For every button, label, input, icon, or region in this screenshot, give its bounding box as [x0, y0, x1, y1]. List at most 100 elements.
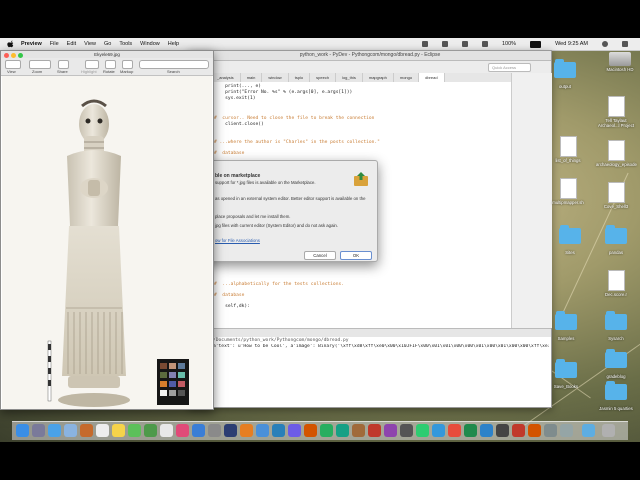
word-icon[interactable] [272, 424, 285, 437]
menu-tools[interactable]: Tools [119, 41, 132, 47]
quick-access-field[interactable]: Quick Access [488, 63, 531, 72]
desktop-icon[interactable]: output [545, 59, 585, 89]
eclipse-icon[interactable] [288, 424, 301, 437]
desktop-icon[interactable]: Cove_Shell3 [596, 182, 636, 209]
zoom-icon[interactable] [29, 60, 51, 69]
share-icon[interactable] [58, 60, 69, 69]
vpn-icon[interactable] [336, 424, 349, 437]
facetime-icon[interactable] [144, 424, 157, 437]
menu-window[interactable]: Window [140, 41, 160, 47]
firefox-icon[interactable] [240, 424, 253, 437]
downloads-stack-icon[interactable] [582, 424, 595, 437]
editor-tab[interactable]: main [241, 73, 263, 82]
app-icon[interactable] [432, 424, 445, 437]
editor-tab[interactable]: mapgraph [363, 73, 394, 82]
zoom-app-icon[interactable] [368, 424, 381, 437]
menu-edit[interactable]: Edit [67, 41, 76, 47]
battery-icon[interactable] [530, 40, 542, 48]
volume-icon[interactable] [482, 41, 488, 47]
outline-panel[interactable] [511, 73, 552, 328]
app-icon[interactable] [448, 424, 461, 437]
desktop-icon[interactable]: Jasmin 5 quarties [596, 381, 636, 411]
battery-percent[interactable]: 100% [502, 41, 516, 47]
desktop-icon[interactable]: Save_Books [546, 359, 586, 389]
editor-tab[interactable]: window [262, 73, 289, 82]
toolbar-label: Zoom [32, 69, 43, 74]
powerpoint-icon[interactable] [304, 424, 317, 437]
app-icon[interactable] [416, 424, 429, 437]
markup-icon[interactable] [122, 60, 133, 69]
marketplace-dialog: ble on marketplace support for *.jpg fil… [186, 160, 378, 262]
app-icon[interactable] [496, 424, 509, 437]
trash-icon[interactable] [602, 424, 615, 437]
launchpad-icon[interactable] [32, 424, 45, 437]
notification-center-icon[interactable] [622, 41, 628, 47]
apple-icon[interactable] [7, 40, 15, 48]
terminal-icon[interactable] [224, 424, 237, 437]
editor-tab-active[interactable]: dbread [419, 73, 445, 82]
desktop-icon[interactable]: pandas [596, 225, 636, 255]
folder-icon [605, 225, 627, 244]
excel-icon[interactable] [320, 424, 333, 437]
app-store-icon[interactable] [192, 424, 205, 437]
zotero-icon[interactable] [352, 424, 365, 437]
file-associations-link[interactable]: ow for File Associations [215, 238, 260, 243]
view-menu-icon[interactable] [5, 60, 21, 69]
editor-tab[interactable]: tsplo [289, 73, 311, 82]
messages-icon[interactable] [128, 424, 141, 437]
app-icon[interactable] [464, 424, 477, 437]
console-output: a'text': u'How to be Cool', a'image': Bi… [213, 344, 549, 349]
highlight-icon[interactable] [85, 60, 99, 69]
acrobat-icon[interactable] [512, 424, 525, 437]
desktop-icon[interactable]: multipmapper.sh [548, 178, 588, 205]
menu-help[interactable]: Help [168, 41, 179, 47]
bluetooth-icon[interactable] [442, 41, 448, 47]
chrome-icon[interactable] [256, 424, 269, 437]
desktop-icon[interactable]: gradeblog [596, 349, 636, 379]
desktop-icon[interactable]: Macintosh HD [600, 52, 640, 72]
system-preferences-icon[interactable] [208, 424, 221, 437]
console-panel[interactable]: /Documents/python_work/Pythongcom/mongo/… [189, 337, 551, 407]
ok-button[interactable]: OK [340, 251, 372, 260]
itunes-icon[interactable] [176, 424, 189, 437]
dropbox-icon[interactable] [422, 41, 428, 47]
app-icon[interactable] [560, 424, 573, 437]
desktop-icon[interactable]: Tell Taylaut Archaeol...l Project [596, 96, 636, 128]
wifi-icon[interactable] [462, 41, 468, 47]
app-icon[interactable] [384, 424, 397, 437]
menu-app-name[interactable]: Preview [21, 41, 42, 47]
menu-clock[interactable]: Wed 9:25 AM [555, 41, 588, 47]
search-input[interactable] [139, 60, 209, 69]
desktop-icon[interactable]: Sites [550, 225, 590, 255]
desktop-icon[interactable]: Samples [546, 311, 586, 341]
editor-tab[interactable]: _analysis [211, 73, 241, 82]
photos-icon[interactable] [160, 424, 173, 437]
contacts-icon[interactable] [80, 424, 93, 437]
app-icon[interactable] [400, 424, 413, 437]
cancel-button[interactable]: Cancel [304, 251, 336, 260]
rotate-icon[interactable] [105, 60, 116, 69]
preview-toolbar: View Zoom Share Highlight Rotate Markup … [1, 58, 213, 76]
menu-file[interactable]: File [50, 41, 59, 47]
menu-go[interactable]: Go [104, 41, 111, 47]
calendar-icon[interactable] [96, 424, 109, 437]
finder-icon[interactable] [16, 424, 29, 437]
editor-tab[interactable]: log_this [336, 73, 363, 82]
spotlight-icon[interactable] [602, 41, 608, 47]
safari-icon[interactable] [48, 424, 61, 437]
desktop-icon[interactable]: list_of_things [548, 136, 588, 163]
desktop-icon[interactable]: Dec.score.r [596, 270, 636, 297]
desktop-icon-label: Samples [557, 336, 575, 341]
notes-icon[interactable] [112, 424, 125, 437]
menu-view[interactable]: View [84, 41, 96, 47]
app-icon[interactable] [480, 424, 493, 437]
dialog-option[interactable]: jpg files with current editor (System Ed… [215, 223, 338, 228]
preview-icon[interactable] [544, 424, 557, 437]
mail-icon[interactable] [64, 424, 77, 437]
editor-tab[interactable]: speech [310, 73, 337, 82]
app-icon[interactable] [528, 424, 541, 437]
dialog-option[interactable]: place proposals and let me install them. [215, 214, 290, 219]
desktop-icon[interactable]: archaeology_episode [596, 140, 637, 167]
desktop-icon[interactable]: Sysarch [596, 311, 636, 341]
editor-tab[interactable]: mongo [394, 73, 420, 82]
